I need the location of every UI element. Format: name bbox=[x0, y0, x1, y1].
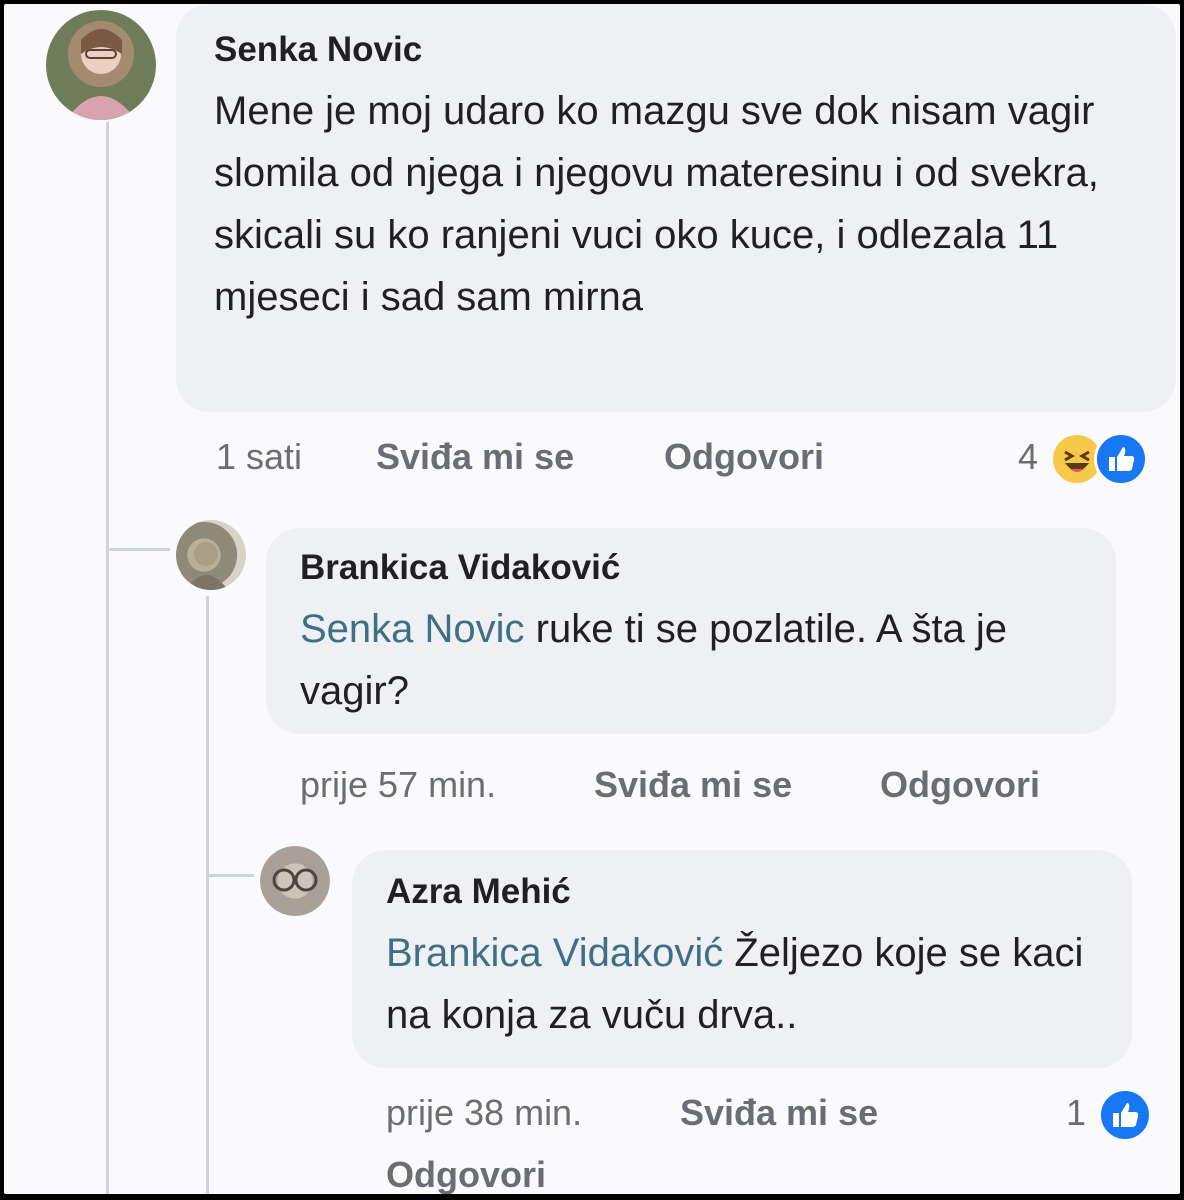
comment-author[interactable]: Azra Mehić bbox=[386, 872, 571, 912]
reaction-count[interactable]: 1 bbox=[1066, 1092, 1086, 1134]
like-icon bbox=[1094, 432, 1148, 486]
like-button[interactable]: Sviđa mi se bbox=[594, 764, 792, 806]
thread-line bbox=[206, 596, 209, 1194]
avatar[interactable] bbox=[260, 846, 330, 916]
comment-time[interactable]: prije 38 min. bbox=[386, 1092, 582, 1134]
comment-thread: Senka Novic Mene je moj udaro ko mazgu s… bbox=[4, 4, 1180, 1194]
comment-author[interactable]: Brankica Vidaković bbox=[300, 548, 620, 588]
profile-photo bbox=[272, 868, 318, 892]
profile-photo bbox=[186, 542, 228, 590]
avatar[interactable] bbox=[176, 520, 246, 590]
like-button[interactable]: Sviđa mi se bbox=[376, 436, 574, 478]
thread-line bbox=[106, 122, 109, 1194]
avatar[interactable] bbox=[46, 10, 156, 120]
reply-button[interactable]: Odgovori bbox=[880, 764, 1040, 806]
profile-photo bbox=[66, 29, 136, 120]
comment-time[interactable]: prije 57 min. bbox=[300, 764, 496, 806]
comment-text: Senka Novic ruke ti se pozlatile. A šta … bbox=[300, 598, 1090, 722]
reply-button[interactable]: Odgovori bbox=[664, 436, 824, 478]
like-button[interactable]: Sviđa mi se bbox=[680, 1092, 878, 1134]
thread-branch bbox=[206, 874, 254, 877]
thread-branch bbox=[106, 548, 170, 551]
reply-button[interactable]: Odgovori bbox=[386, 1154, 546, 1194]
comment-text: Mene je moj udaro ko mazgu sve dok nisam… bbox=[214, 89, 1099, 319]
comment-author[interactable]: Senka Novic bbox=[214, 30, 422, 70]
mention-link[interactable]: Senka Novic bbox=[300, 607, 525, 651]
mention-link[interactable]: Brankica Vidaković bbox=[386, 931, 723, 975]
like-icon bbox=[1098, 1088, 1152, 1142]
comment-time[interactable]: 1 sati bbox=[216, 436, 302, 478]
comment-text: Brankica Vidaković Željezo koje se kaci … bbox=[386, 922, 1106, 1046]
reaction-count[interactable]: 4 bbox=[1018, 436, 1038, 478]
